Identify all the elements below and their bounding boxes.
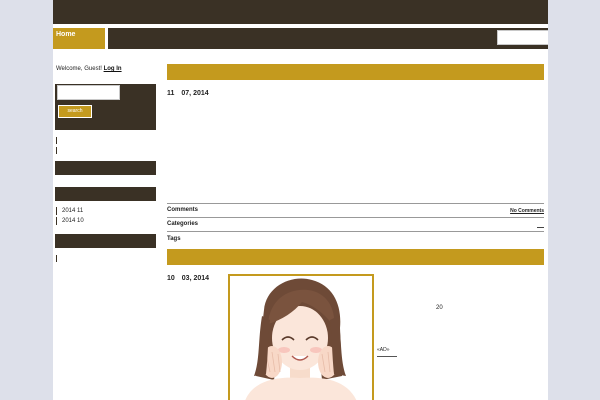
post-number-text: 20	[436, 305, 443, 311]
divider	[167, 231, 544, 232]
login-link[interactable]: Log In	[104, 66, 122, 72]
smiling-girl-illustration-icon	[245, 278, 357, 400]
divider	[167, 217, 544, 218]
divider	[167, 203, 544, 204]
post-date: 11 07, 2014	[167, 90, 209, 97]
categories-empty-dash	[537, 227, 544, 228]
archive-link-2014-11[interactable]: 2014 11	[56, 207, 83, 215]
comments-label: Comments	[167, 207, 199, 213]
sidebar-bullet	[56, 147, 57, 154]
categories-label: Categories	[167, 221, 199, 227]
archive-link-2014-10[interactable]: 2014 10	[56, 217, 84, 225]
header-search-input[interactable]	[497, 30, 548, 45]
page-container: Home search Welcome, Guest! Log In searc…	[53, 0, 548, 400]
tags-label: Tags	[167, 236, 181, 242]
sidebar-bullet	[56, 137, 57, 144]
post-title-bar	[167, 249, 544, 265]
post-image[interactable]	[228, 274, 374, 400]
sidebar-search-input[interactable]	[57, 85, 120, 100]
post-date: 10 03, 2014	[167, 275, 210, 282]
sidebar-widget-header	[55, 234, 156, 248]
ad-label[interactable]: «AD»	[377, 347, 397, 357]
sidebar-search-box: search	[55, 84, 156, 130]
site-header-banner	[53, 0, 548, 24]
sidebar-bullet	[56, 255, 57, 262]
welcome-text: Welcome, Guest!	[56, 66, 102, 72]
post-title-bar	[167, 64, 544, 80]
no-comments-link[interactable]: No Comments	[510, 208, 544, 214]
nav-home-tab[interactable]: Home	[53, 28, 105, 49]
nav-bar: search	[108, 28, 548, 49]
sidebar-archives-header	[55, 187, 156, 201]
welcome-message: Welcome, Guest! Log In	[56, 66, 122, 72]
sidebar-search-button[interactable]: search	[58, 105, 92, 118]
sidebar-widget-header	[55, 161, 156, 175]
